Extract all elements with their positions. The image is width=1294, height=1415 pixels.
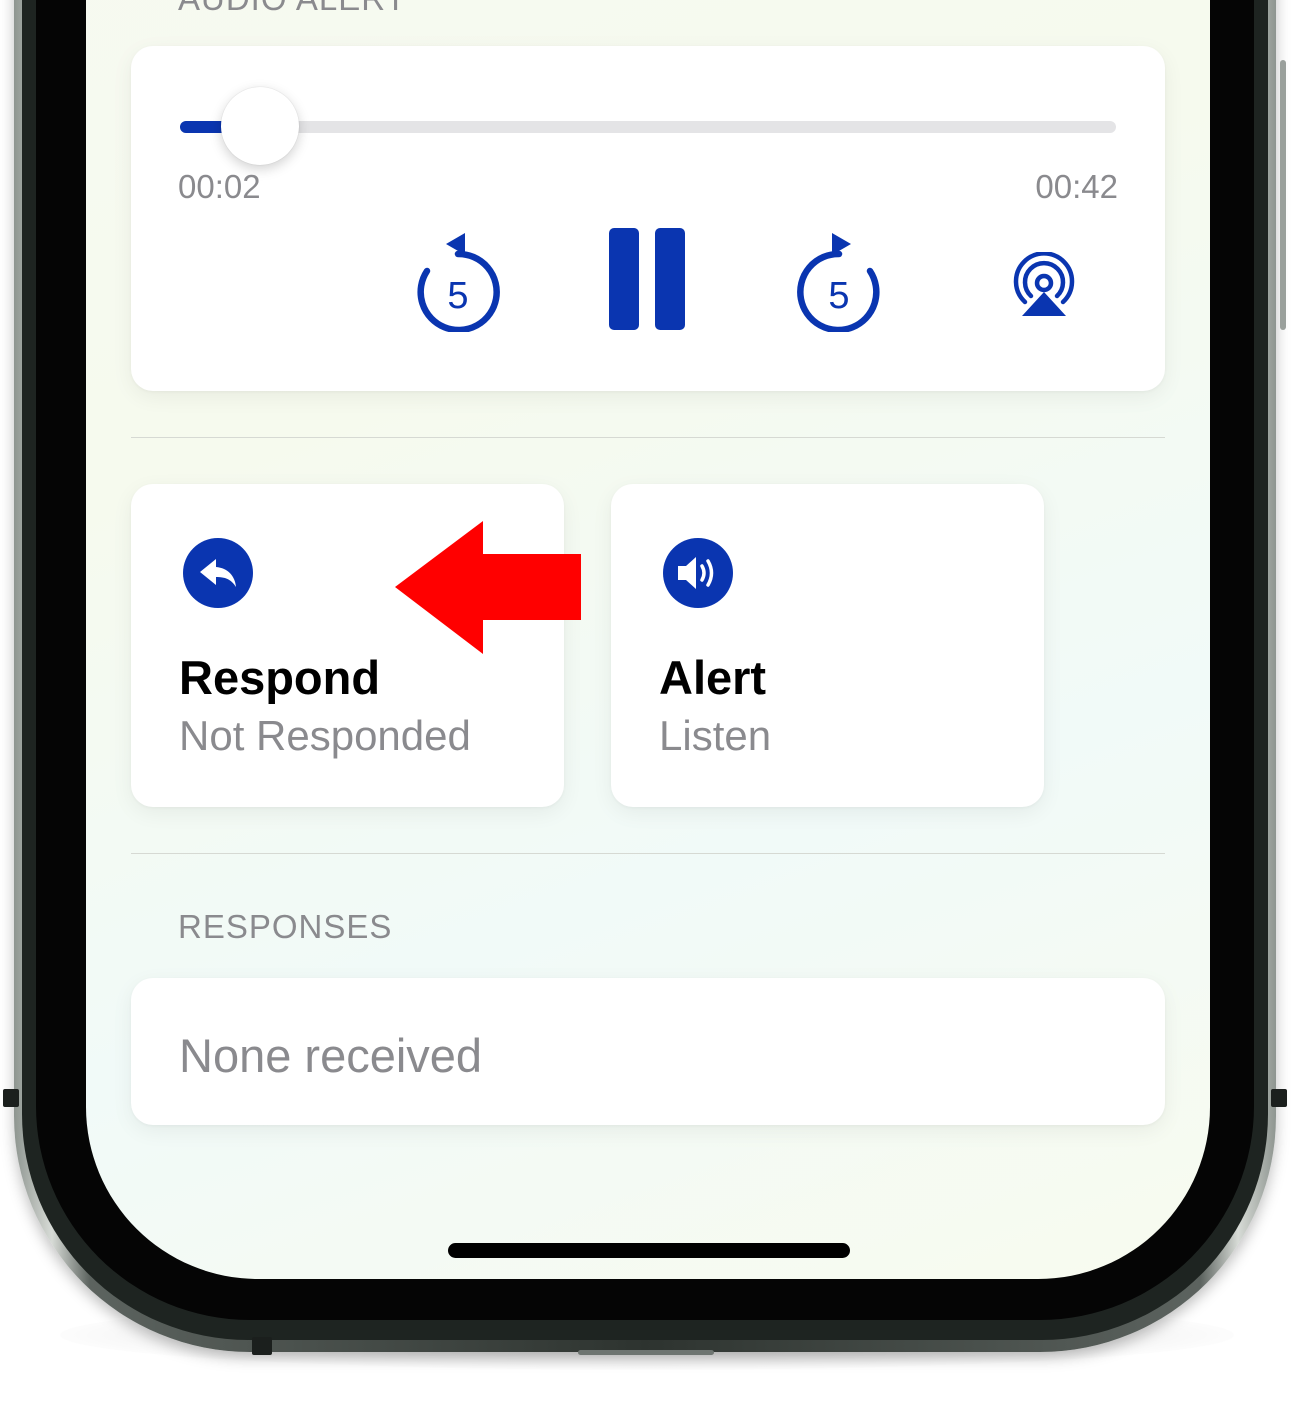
divider-bottom <box>131 853 1165 854</box>
alert-title: Alert <box>659 651 767 704</box>
rewind-seconds-label: 5 <box>447 275 468 317</box>
forward-button[interactable]: 5 <box>790 228 888 334</box>
rewind-button[interactable]: 5 <box>409 228 507 334</box>
screen-content: AUDIO ALERT 00:02 00:42 5 <box>86 0 1210 1279</box>
pause-button[interactable] <box>609 228 687 330</box>
airplay-button[interactable] <box>1011 251 1077 318</box>
responses-card: None received <box>131 978 1165 1125</box>
reply-icon <box>183 538 253 608</box>
phone-screen: AUDIO ALERT 00:02 00:42 5 <box>86 0 1210 1279</box>
respond-title: Respond <box>179 651 381 704</box>
rewind-5-icon: 5 <box>417 233 500 334</box>
progress-track[interactable] <box>180 121 1116 133</box>
screenshot-stage: AUDIO ALERT 00:02 00:42 5 <box>0 0 1294 1415</box>
responses-empty-text: None received <box>179 1029 483 1082</box>
alert-tile[interactable]: Alert Listen <box>611 484 1044 807</box>
device-bottom-speaker <box>578 1350 714 1355</box>
elapsed-time: 00:02 <box>178 168 261 205</box>
total-duration: 00:42 <box>1035 168 1118 205</box>
audio-alert-section-label: AUDIO ALERT <box>178 0 407 18</box>
responses-section-label: RESPONSES <box>178 908 393 945</box>
device-bottom-mic <box>252 1337 272 1355</box>
device-side-notch-left <box>3 1089 19 1107</box>
respond-status: Not Responded <box>179 712 471 759</box>
device-side-notch-right <box>1271 1089 1287 1107</box>
divider-top <box>131 437 1165 438</box>
alert-status: Listen <box>659 712 772 759</box>
audio-player-card: 00:02 00:42 5 5 <box>131 46 1165 391</box>
annotation-arrow-icon <box>395 521 581 654</box>
home-indicator[interactable] <box>448 1243 850 1258</box>
progress-thumb[interactable] <box>220 87 299 165</box>
speaker-icon <box>663 538 733 608</box>
pause-icon <box>609 228 685 330</box>
device-side-button <box>1280 60 1286 330</box>
forward-seconds-label: 5 <box>828 275 849 317</box>
airplay-icon <box>1013 251 1075 316</box>
forward-5-icon: 5 <box>797 233 880 334</box>
